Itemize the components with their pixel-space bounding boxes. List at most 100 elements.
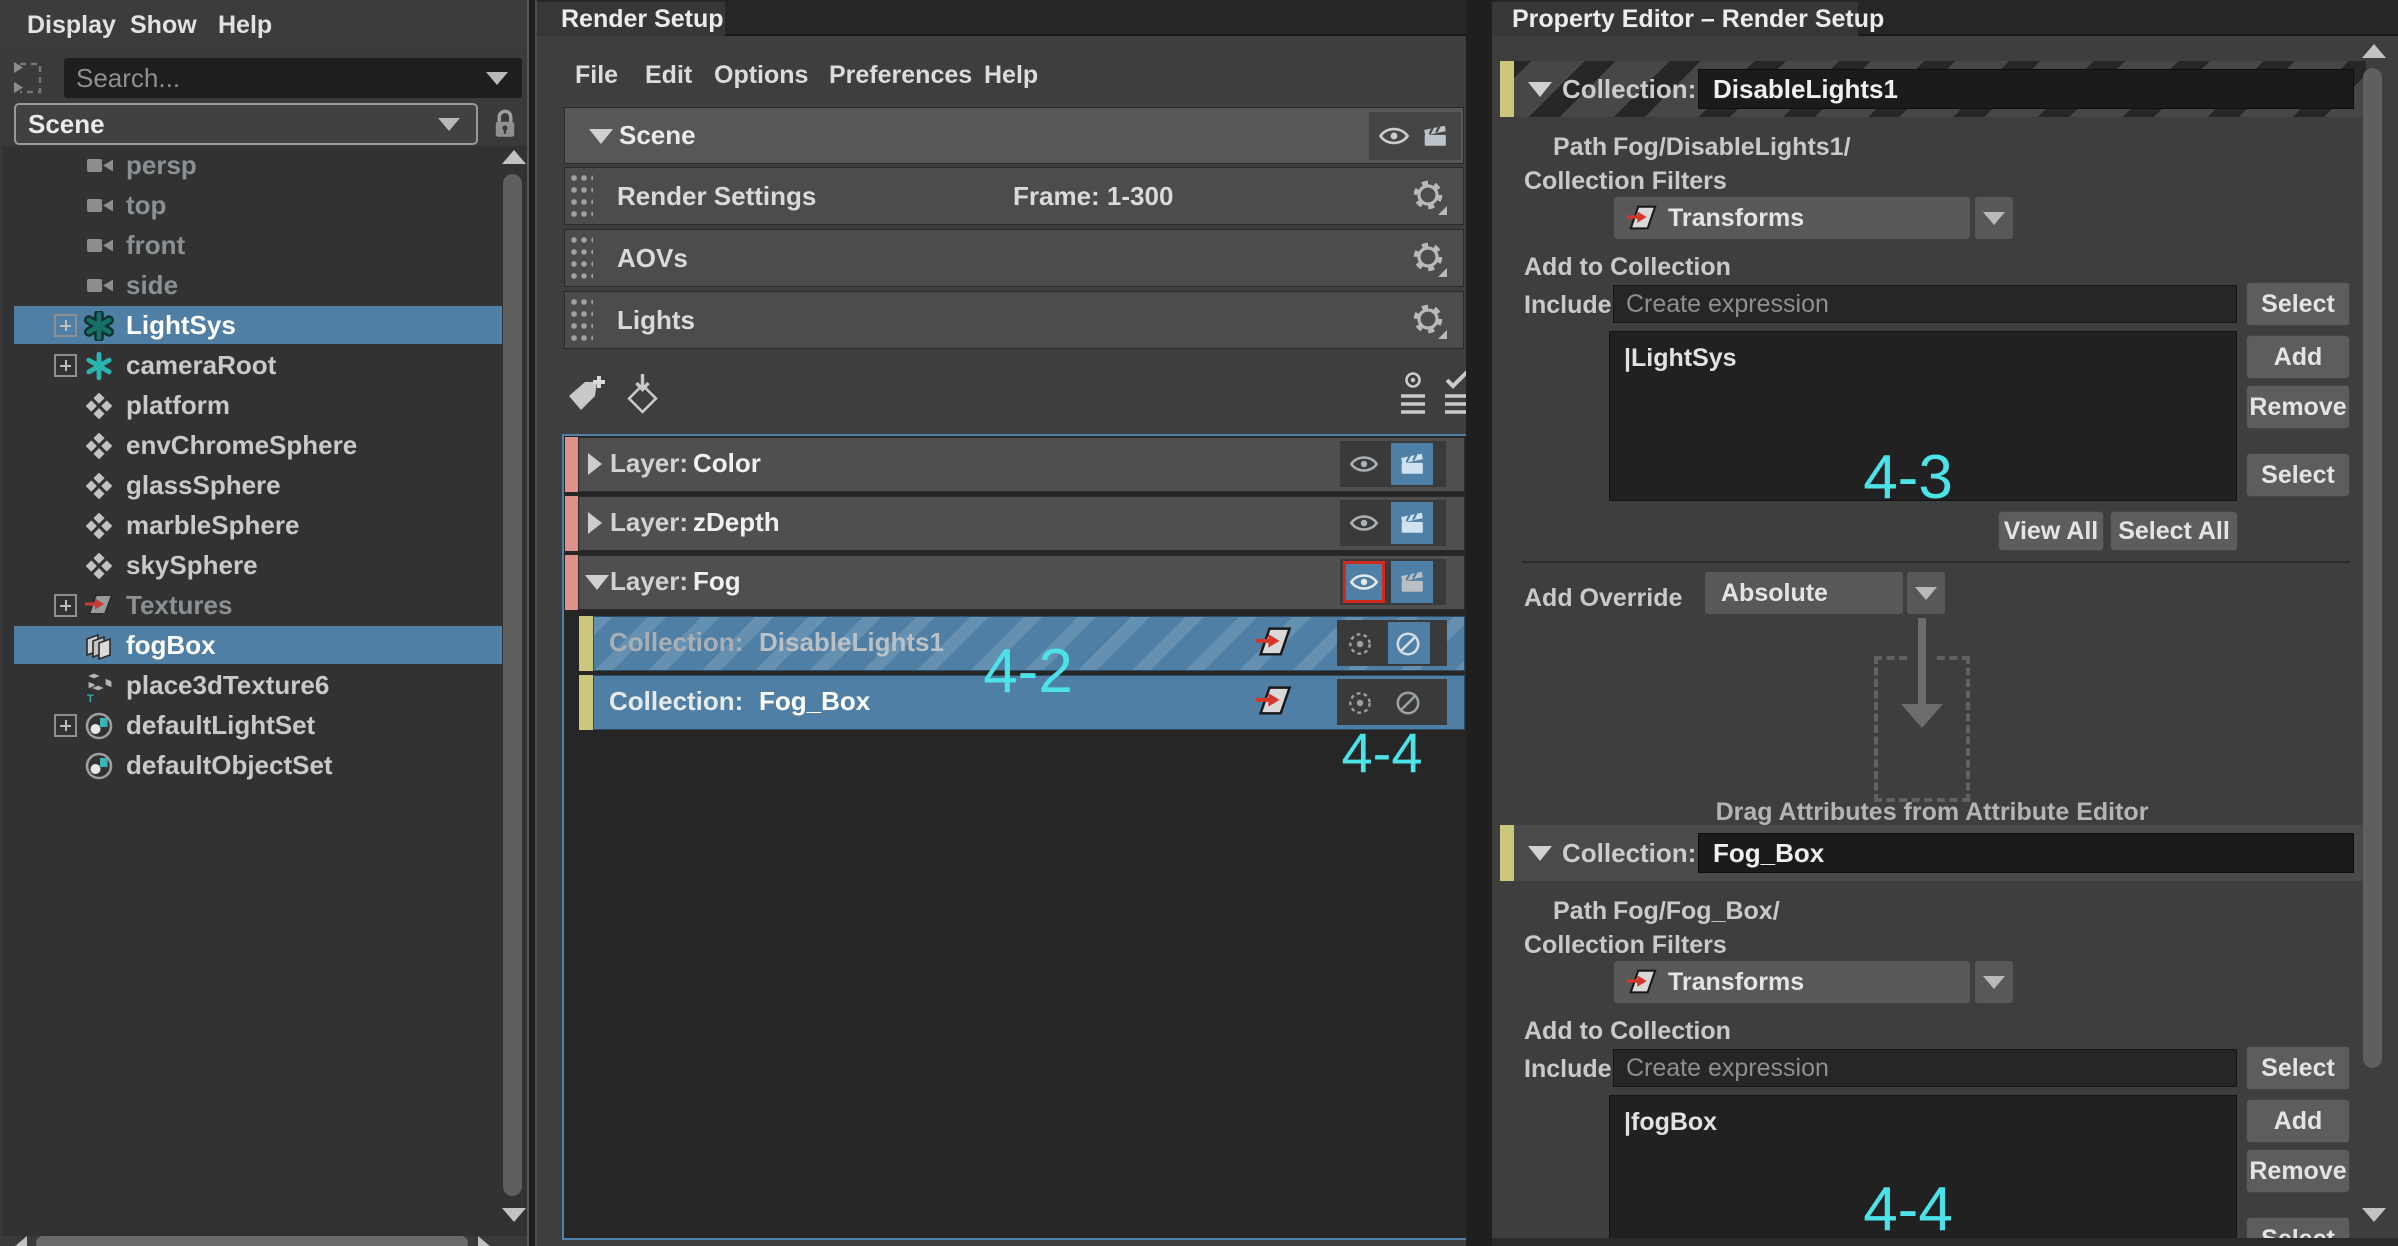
tree-item-place3dtexture6[interactable]: T place3dTexture6 — [14, 666, 502, 704]
gear-icon[interactable] — [1409, 239, 1449, 279]
hscrollbar-thumb[interactable] — [36, 1236, 468, 1246]
expand-arrow-icon[interactable] — [588, 453, 602, 475]
collapse-arrow-icon[interactable] — [589, 129, 613, 144]
member-item[interactable]: |LightSys — [1624, 338, 1737, 378]
panel-scrollbar-thumb[interactable] — [2363, 68, 2382, 1068]
scene-header-row[interactable]: Scene — [564, 107, 1464, 164]
tree-horizontal-scrollbar[interactable] — [6, 1236, 522, 1246]
layer-renderable-button[interactable] — [1391, 561, 1433, 603]
menu-help[interactable]: Help — [984, 58, 1038, 92]
collection-name-field[interactable] — [1698, 69, 2354, 109]
hscroll-left-arrow[interactable] — [14, 1236, 27, 1246]
add-button[interactable]: Add — [2246, 335, 2350, 379]
search-input[interactable] — [64, 58, 522, 98]
select-button[interactable]: Select — [2246, 282, 2350, 326]
lock-icon[interactable] — [490, 106, 520, 142]
collection-disable-button[interactable] — [1388, 681, 1430, 723]
create-collection-icon[interactable] — [621, 370, 667, 416]
drag-handle[interactable] — [571, 175, 593, 219]
tree-item-textures[interactable]: Textures — [14, 586, 502, 624]
tree-item-front[interactable]: front — [14, 226, 502, 264]
select-all-button[interactable]: Select All — [2110, 511, 2238, 551]
create-render-layer-icon[interactable] — [565, 370, 611, 416]
collapse-arrow-icon[interactable] — [585, 575, 609, 590]
gear-icon[interactable] — [1409, 177, 1449, 217]
expand-plus-icon[interactable] — [54, 314, 77, 337]
tree-item-marblesphere[interactable]: marbleSphere — [14, 506, 502, 544]
tree-scroll-down-arrow[interactable] — [502, 1208, 526, 1222]
collection-isolate-button[interactable] — [1340, 622, 1382, 664]
collection-isolate-button[interactable] — [1340, 681, 1382, 723]
tree-item-defaultobjectset[interactable]: defaultObjectSet — [14, 746, 502, 784]
menu-help[interactable]: Help — [218, 0, 272, 50]
collection-name-field[interactable] — [1698, 833, 2354, 873]
layer-row-color[interactable]: Layer: Color — [565, 437, 1465, 492]
collapse-arrow-icon[interactable] — [1528, 82, 1552, 97]
tree-item-cameraroot[interactable]: cameraRoot — [14, 346, 502, 384]
menu-display[interactable]: Display — [27, 0, 116, 50]
tree-item-glasssphere[interactable]: glassSphere — [14, 466, 502, 504]
expression-input[interactable] — [1613, 1049, 2237, 1087]
drag-handle[interactable] — [571, 299, 593, 343]
layer-visibility-button[interactable] — [1343, 502, 1385, 544]
remove-button[interactable]: Remove — [2246, 385, 2350, 429]
tree-item-skysphere[interactable]: skySphere — [14, 546, 502, 584]
expand-plus-icon[interactable] — [54, 594, 77, 617]
select-members-button[interactable]: Select — [2246, 453, 2350, 497]
layer-renderable-button[interactable] — [1391, 443, 1433, 485]
search-dropdown-arrow-icon[interactable] — [486, 72, 508, 85]
collection-header[interactable]: Collection: — [1500, 825, 2366, 881]
tree-item-fogbox[interactable]: fogBox — [14, 626, 502, 664]
menu-edit[interactable]: Edit — [645, 58, 692, 92]
collection-header[interactable]: Collection: — [1500, 61, 2366, 117]
collection-disable-button-active[interactable] — [1388, 622, 1430, 664]
add-button[interactable]: Add — [2246, 1099, 2350, 1143]
filter-type-dropdown[interactable]: Transforms — [1614, 961, 1970, 1003]
tree-item-persp[interactable]: persp — [14, 146, 502, 184]
menu-options[interactable]: Options — [714, 58, 808, 92]
scope-selector[interactable]: Scene — [14, 103, 478, 145]
menu-file[interactable]: File — [575, 58, 618, 92]
expression-input[interactable] — [1613, 285, 2237, 323]
tree-item-platform[interactable]: platform — [14, 386, 502, 424]
filter-dropdown-arrow-button[interactable] — [1975, 197, 2013, 239]
layer-visibility-button-active[interactable] — [1343, 561, 1385, 603]
drag-handle[interactable] — [571, 237, 593, 281]
view-all-button[interactable]: View All — [1998, 511, 2104, 551]
hscroll-right-arrow[interactable] — [478, 1236, 491, 1246]
renderable-clapperboard-icon[interactable] — [1420, 123, 1452, 149]
tree-item-envchromesphere[interactable]: envChromeSphere — [14, 426, 502, 464]
override-dropdown-arrow-button[interactable] — [1907, 572, 1945, 614]
tree-item-defaultlightset[interactable]: defaultLightSet — [14, 706, 502, 744]
tab-render-setup[interactable]: Render Setup — [537, 2, 725, 36]
layer-row-fog[interactable]: Layer: Fog — [565, 555, 1465, 610]
layer-renderable-button[interactable] — [1391, 502, 1433, 544]
select-button[interactable]: Select — [2246, 1046, 2350, 1090]
member-item[interactable]: |fogBox — [1624, 1102, 1717, 1142]
tree-scrollbar-thumb[interactable] — [503, 174, 522, 1196]
toggle-all-renderable-icon[interactable] — [1439, 370, 1466, 416]
filter-dropdown-arrow-button[interactable] — [1975, 961, 2013, 1003]
tree-item-top[interactable]: top — [14, 186, 502, 224]
scope-dropdown-arrow-icon[interactable] — [438, 118, 460, 131]
expand-arrow-icon[interactable] — [588, 512, 602, 534]
expand-plus-icon[interactable] — [54, 354, 77, 377]
gear-icon[interactable] — [1409, 301, 1449, 341]
toggle-all-visibility-icon[interactable] — [1395, 370, 1441, 416]
override-type-dropdown[interactable]: Absolute — [1705, 572, 1903, 614]
collapse-arrow-icon[interactable] — [1528, 846, 1552, 861]
filter-type-dropdown[interactable]: Transforms — [1614, 197, 1970, 239]
tab-property-editor[interactable]: Property Editor – Render Setup — [1492, 2, 1884, 36]
layer-visibility-button[interactable] — [1343, 443, 1385, 485]
lights-row[interactable]: Lights — [564, 291, 1464, 349]
layer-row-zdepth[interactable]: Layer: zDepth — [565, 496, 1465, 551]
menu-show[interactable]: Show — [130, 0, 197, 50]
render-settings-row[interactable]: Render Settings Frame: 1-300 — [564, 167, 1464, 225]
expand-plus-icon[interactable] — [54, 714, 77, 737]
tree-scroll-up-arrow[interactable] — [502, 150, 526, 164]
panel-scroll-down-arrow[interactable] — [2362, 1208, 2386, 1222]
tree-item-lightsys[interactable]: LightSys — [14, 306, 502, 344]
visibility-eye-icon[interactable] — [1378, 123, 1410, 149]
tree-item-side[interactable]: side — [14, 266, 502, 304]
aovs-row[interactable]: AOVs — [564, 229, 1464, 287]
